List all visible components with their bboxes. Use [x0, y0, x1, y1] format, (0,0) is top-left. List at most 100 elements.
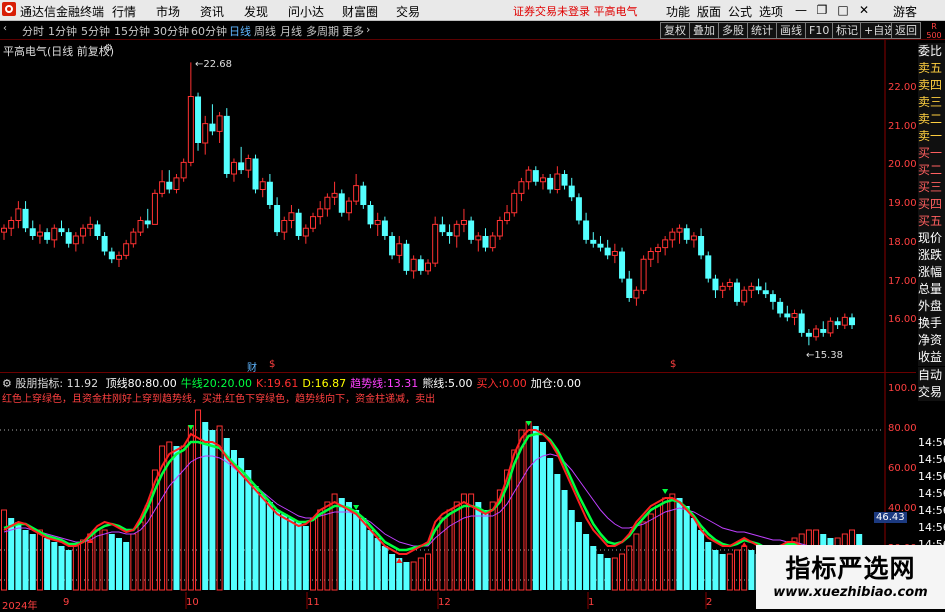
trade-time-3: 14:56	[918, 487, 945, 500]
candle-body	[504, 212, 511, 221]
candle-body	[425, 262, 431, 272]
sidebar-item-17[interactable]: 净资	[918, 332, 945, 349]
fund-bar-29	[209, 430, 216, 590]
candle-6	[44, 228, 51, 244]
candle-body	[583, 220, 590, 240]
sidebar-item-0[interactable]: 委比	[918, 43, 945, 60]
candle-8	[58, 220, 65, 236]
sidebar-item-1[interactable]: 卖五	[918, 60, 945, 77]
candle-body	[417, 259, 424, 271]
sidebar-item-3[interactable]: 卖三	[918, 94, 945, 111]
candle-7	[51, 224, 58, 248]
fund-bar-65	[468, 493, 475, 591]
indicator-item-value: 19.61	[266, 377, 299, 390]
candle-body	[453, 223, 460, 237]
sidebar-item-7[interactable]: 买二	[918, 162, 945, 179]
candle-body	[777, 301, 784, 314]
sidebar-item-12[interactable]: 涨跌	[918, 247, 945, 264]
sidebar-item-14[interactable]: 总量	[918, 281, 945, 298]
sidebar-item-11[interactable]: 现价	[918, 230, 945, 247]
fund-bar-15	[108, 534, 115, 590]
candle-13	[94, 220, 101, 240]
sidebar-item-10[interactable]: 买五	[918, 213, 945, 230]
indicator-item-1: 牛线20:20.00	[181, 377, 252, 390]
fund-bar-26	[187, 425, 194, 591]
sidebar-item-2[interactable]: 卖四	[918, 77, 945, 94]
candle-58	[417, 255, 424, 275]
candle-114	[820, 321, 827, 337]
indicator-tick-1: 80.00	[888, 423, 917, 434]
candle-88	[633, 286, 640, 306]
candle-body	[58, 228, 65, 233]
price-tick-4: 18.00	[888, 236, 917, 248]
chart-settings-icon[interactable]: ⚙	[104, 43, 113, 54]
indicator-item-2: K:19.61	[256, 377, 298, 390]
candle-99	[712, 274, 719, 298]
candle-body	[439, 224, 446, 233]
candle-70	[504, 205, 511, 225]
candle-113	[813, 325, 820, 341]
candle-67	[482, 228, 489, 252]
fund-bar-100	[719, 554, 726, 590]
candle-40	[288, 205, 295, 229]
indicator-item-3: D:16.87	[302, 377, 346, 390]
candle-3	[22, 201, 29, 233]
r-badge-letter: R	[931, 22, 937, 31]
candle-body	[669, 231, 676, 241]
fund-bar-61	[439, 517, 446, 591]
indicator-settings-icon[interactable]: ⚙	[2, 377, 12, 390]
candle-52	[374, 212, 381, 236]
fund-bar-98	[705, 542, 712, 590]
sidebar-item-20[interactable]: 交易	[918, 384, 945, 401]
candle-100	[719, 282, 726, 298]
trend-line	[3, 453, 860, 557]
candle-14	[101, 232, 108, 256]
candle-body	[374, 220, 381, 225]
fund-bar-38	[274, 510, 281, 590]
fund-bar-35	[252, 486, 259, 590]
candle-body	[317, 208, 324, 218]
sidebar-item-5[interactable]: 卖一	[918, 128, 945, 145]
candle-body	[698, 236, 705, 256]
sidebar-item-18[interactable]: 收益	[918, 349, 945, 366]
indicator-name[interactable]: 股朋指标	[15, 377, 59, 390]
candle-97	[698, 228, 705, 260]
dividend-marker[interactable]: $	[269, 359, 275, 370]
sidebar-item-19[interactable]: 自动	[918, 367, 945, 384]
candle-53	[381, 216, 388, 240]
candle-94	[676, 224, 683, 244]
candle-body	[209, 123, 216, 132]
quote-sidebar: 委比 卖五 卖四 卖三 卖二 卖一 买一 买二 买三 买四 买五 现价 涨跌 涨幅 总量 外盘 换手 净资 收益 自动…	[918, 43, 945, 401]
fund-bar-52	[374, 538, 381, 590]
sidebar-item-9[interactable]: 买四	[918, 196, 945, 213]
indicator-title: ⚙ 股朋指标: 11.92 顶线80:80.00 牛线20:20.00 K:19.6…	[2, 375, 581, 391]
candle-body	[633, 289, 640, 299]
candle-body	[331, 192, 338, 198]
sidebar-item-8[interactable]: 买三	[918, 179, 945, 196]
candle-body	[604, 247, 611, 256]
signal-mark-3	[662, 489, 669, 494]
fund-bar-74	[532, 426, 539, 590]
candle-body	[539, 177, 546, 183]
candle-body	[101, 236, 108, 252]
chart-canvas[interactable]	[0, 0, 917, 609]
sidebar-item-4[interactable]: 卖二	[918, 111, 945, 128]
candle-117	[841, 313, 848, 329]
fund-bar-58	[417, 557, 424, 591]
candle-83	[597, 236, 604, 252]
sidebar-item-15[interactable]: 外盘	[918, 298, 945, 315]
candle-36	[259, 177, 266, 198]
fund-bar-82	[590, 546, 597, 590]
sidebar-item-13[interactable]: 涨幅	[918, 264, 945, 281]
candle-body	[44, 232, 51, 240]
candle-74	[532, 166, 539, 186]
candle-85	[611, 243, 618, 264]
candle-39	[281, 216, 288, 240]
candle-body	[187, 96, 194, 163]
x-label-9: 9	[63, 597, 70, 608]
dividend-marker-2[interactable]: $	[670, 359, 676, 370]
candle-103	[741, 286, 748, 306]
sidebar-item-6[interactable]: 买一	[918, 145, 945, 162]
sidebar-item-16[interactable]: 换手	[918, 315, 945, 332]
candle-51	[367, 201, 374, 229]
